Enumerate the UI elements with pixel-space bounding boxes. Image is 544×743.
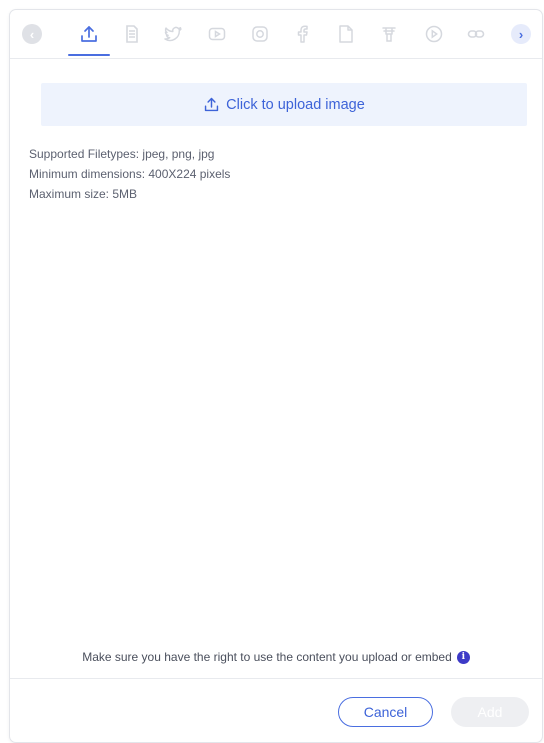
tab-upload[interactable]: [74, 18, 104, 50]
tab-giphy[interactable]: [117, 18, 147, 50]
widget-icon: [382, 27, 396, 42]
twitter-icon: [164, 26, 182, 42]
upload-icon: [81, 26, 97, 42]
scroll-right-button[interactable]: ›: [511, 24, 531, 44]
rights-notice-text: Make sure you have the right to use the …: [82, 650, 452, 664]
tab-video[interactable]: [419, 18, 449, 50]
upload-image-button[interactable]: Click to upload image: [41, 83, 527, 126]
tab-youtube[interactable]: [202, 18, 232, 50]
upload-icon: [204, 97, 219, 112]
instagram-icon: [252, 26, 268, 42]
upload-requirements: Supported Filetypes: jpeg, png, jpg Mini…: [29, 144, 230, 204]
rights-notice: Make sure you have the right to use the …: [10, 650, 542, 664]
video-play-icon: [425, 25, 443, 43]
facebook-icon: [297, 25, 308, 43]
cancel-button[interactable]: Cancel: [338, 697, 433, 727]
youtube-icon: [208, 27, 226, 41]
minimum-dimensions-text: Minimum dimensions: 400X224 pixels: [29, 167, 231, 181]
chevron-right-icon: ›: [518, 26, 524, 42]
modal-footer: Cancel Add: [10, 678, 542, 743]
add-button[interactable]: Add: [451, 697, 529, 727]
link-icon: [467, 30, 485, 38]
tab-document[interactable]: [331, 18, 361, 50]
tab-link[interactable]: [461, 18, 491, 50]
source-tab-bar: ‹ ›: [10, 10, 542, 59]
tab-facebook[interactable]: [288, 18, 318, 50]
scroll-left-button[interactable]: ‹: [22, 24, 42, 44]
chevron-left-icon: ‹: [29, 26, 35, 42]
info-icon[interactable]: i: [456, 650, 470, 664]
supported-filetypes-text: Supported Filetypes: jpeg, png, jpg: [29, 147, 215, 161]
giphy-icon: [126, 25, 138, 43]
tab-twitter[interactable]: [158, 18, 188, 50]
maximum-size-text: Maximum size: 5MB: [29, 187, 138, 201]
upload-label: Click to upload image: [226, 96, 365, 113]
active-tab-indicator: [68, 54, 110, 56]
document-icon: [339, 25, 353, 43]
embed-modal: ‹ › Click to upload image Supported File…: [9, 9, 543, 743]
tab-widget[interactable]: [374, 18, 404, 50]
tab-instagram[interactable]: [245, 18, 275, 50]
